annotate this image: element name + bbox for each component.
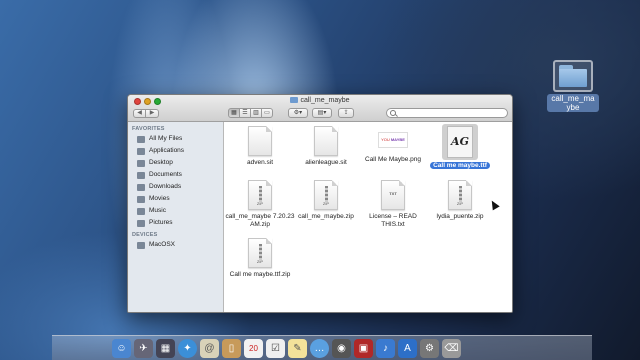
window-title: call_me_maybe	[128, 97, 512, 104]
action-menu-button[interactable]: ⚙▾	[288, 108, 308, 118]
file-item[interactable]: ZIP lydia_puente.zip	[424, 180, 496, 221]
facetime-icon[interactable]: ◉	[332, 339, 351, 358]
documents-icon	[137, 171, 145, 179]
font-file-icon: AG	[447, 126, 473, 158]
arrange-button[interactable]: ▤▾	[312, 108, 332, 118]
sidebar-item-documents[interactable]: Documents	[128, 169, 223, 181]
desktop-folder-label: call_me_maybe	[547, 94, 599, 112]
photo-booth-icon[interactable]: ▣	[354, 339, 373, 358]
sidebar: FAVORITES All My Files Applications Desk…	[128, 122, 224, 312]
music-icon	[137, 207, 145, 215]
file-item[interactable]: ZIP Call me maybe.ttf.zip	[224, 238, 296, 279]
zip-archive-icon: ZIP	[314, 180, 338, 210]
sidebar-item-all-my-files[interactable]: All My Files	[128, 133, 223, 145]
sidebar-item-movies[interactable]: Movies	[128, 193, 223, 205]
disk-icon	[137, 241, 145, 249]
reminders-icon[interactable]: ☑	[266, 339, 285, 358]
sidebar-item-pictures[interactable]: Pictures	[128, 217, 223, 229]
address-book-icon[interactable]: ▯	[222, 339, 241, 358]
movies-icon	[137, 195, 145, 203]
search-field[interactable]	[386, 108, 508, 118]
sidebar-item-applications[interactable]: Applications	[128, 145, 223, 157]
finder-icon[interactable]: ☺	[112, 339, 131, 358]
contacts-icon[interactable]: @	[200, 339, 219, 358]
desktop-icon	[137, 159, 145, 167]
file-item[interactable]: TXT License – READ THIS.txt	[357, 180, 429, 229]
folder-icon	[553, 60, 593, 92]
document-icon	[248, 126, 272, 156]
desktop-folder-call-me-maybe[interactable]: call_me_maybe	[545, 60, 601, 115]
launchpad-icon[interactable]: ✈	[134, 339, 153, 358]
all-files-icon	[137, 135, 145, 143]
sidebar-item-downloads[interactable]: Downloads	[128, 181, 223, 193]
file-item[interactable]: ZIP call_me_maybe.zip	[290, 180, 362, 221]
share-button[interactable]: ⇪	[338, 108, 354, 118]
calendar-icon[interactable]: 20	[244, 339, 263, 358]
titlebar: call_me_maybe ◀ ▶ ▦ ☰ ▥ ▭ ⚙▾ ▤▾ ⇪	[128, 95, 512, 122]
sidebar-item-macosx[interactable]: MacOSX	[128, 239, 223, 251]
zip-archive-icon: ZIP	[248, 180, 272, 210]
file-item[interactable]: alienleague.sit	[290, 126, 362, 167]
dock: ☺ ✈ ▦ ✦ @ ▯ 20 ☑ ✎ … ◉ ▣ ♪ A ⚙ ⌫	[52, 335, 592, 360]
app-store-icon[interactable]: A	[398, 339, 417, 358]
file-item[interactable]: YOU MAYBE Call Me Maybe.png	[357, 126, 429, 164]
file-item-selected[interactable]: AG Call me maybe.ttf	[424, 124, 496, 170]
itunes-icon[interactable]: ♪	[376, 339, 395, 358]
search-icon	[390, 110, 396, 116]
notes-icon[interactable]: ✎	[288, 339, 307, 358]
downloads-icon	[137, 183, 145, 191]
file-item[interactable]: ZIP call_me_maybe 7.20.23 AM.zip	[224, 180, 296, 229]
sidebar-item-music[interactable]: Music	[128, 205, 223, 217]
folder-icon	[290, 97, 299, 103]
back-button[interactable]: ◀	[133, 109, 146, 118]
text-file-icon: TXT	[381, 180, 405, 210]
applications-icon	[137, 147, 145, 155]
trash-icon[interactable]: ⌫	[442, 339, 461, 358]
finder-window: call_me_maybe ◀ ▶ ▦ ☰ ▥ ▭ ⚙▾ ▤▾ ⇪ FAVORI…	[127, 94, 513, 313]
coverflow-view-button[interactable]: ▭	[261, 108, 273, 118]
sidebar-header-devices: DEVICES	[132, 232, 158, 238]
sidebar-header-favorites: FAVORITES	[132, 126, 165, 132]
zip-archive-icon: ZIP	[448, 180, 472, 210]
sidebar-item-desktop[interactable]: Desktop	[128, 157, 223, 169]
messages-icon[interactable]: …	[310, 339, 329, 358]
pictures-icon	[137, 219, 145, 227]
zip-archive-icon: ZIP	[248, 238, 272, 268]
file-item[interactable]: adven.sit	[224, 126, 296, 167]
image-thumbnail-icon: YOU MAYBE	[378, 132, 408, 148]
mission-control-icon[interactable]: ▦	[156, 339, 175, 358]
file-grid: adven.sit alienleague.sit YOU MAYBE Call…	[224, 122, 512, 312]
safari-icon[interactable]: ✦	[178, 339, 197, 358]
forward-button[interactable]: ▶	[146, 109, 159, 118]
system-preferences-icon[interactable]: ⚙	[420, 339, 439, 358]
document-icon	[314, 126, 338, 156]
